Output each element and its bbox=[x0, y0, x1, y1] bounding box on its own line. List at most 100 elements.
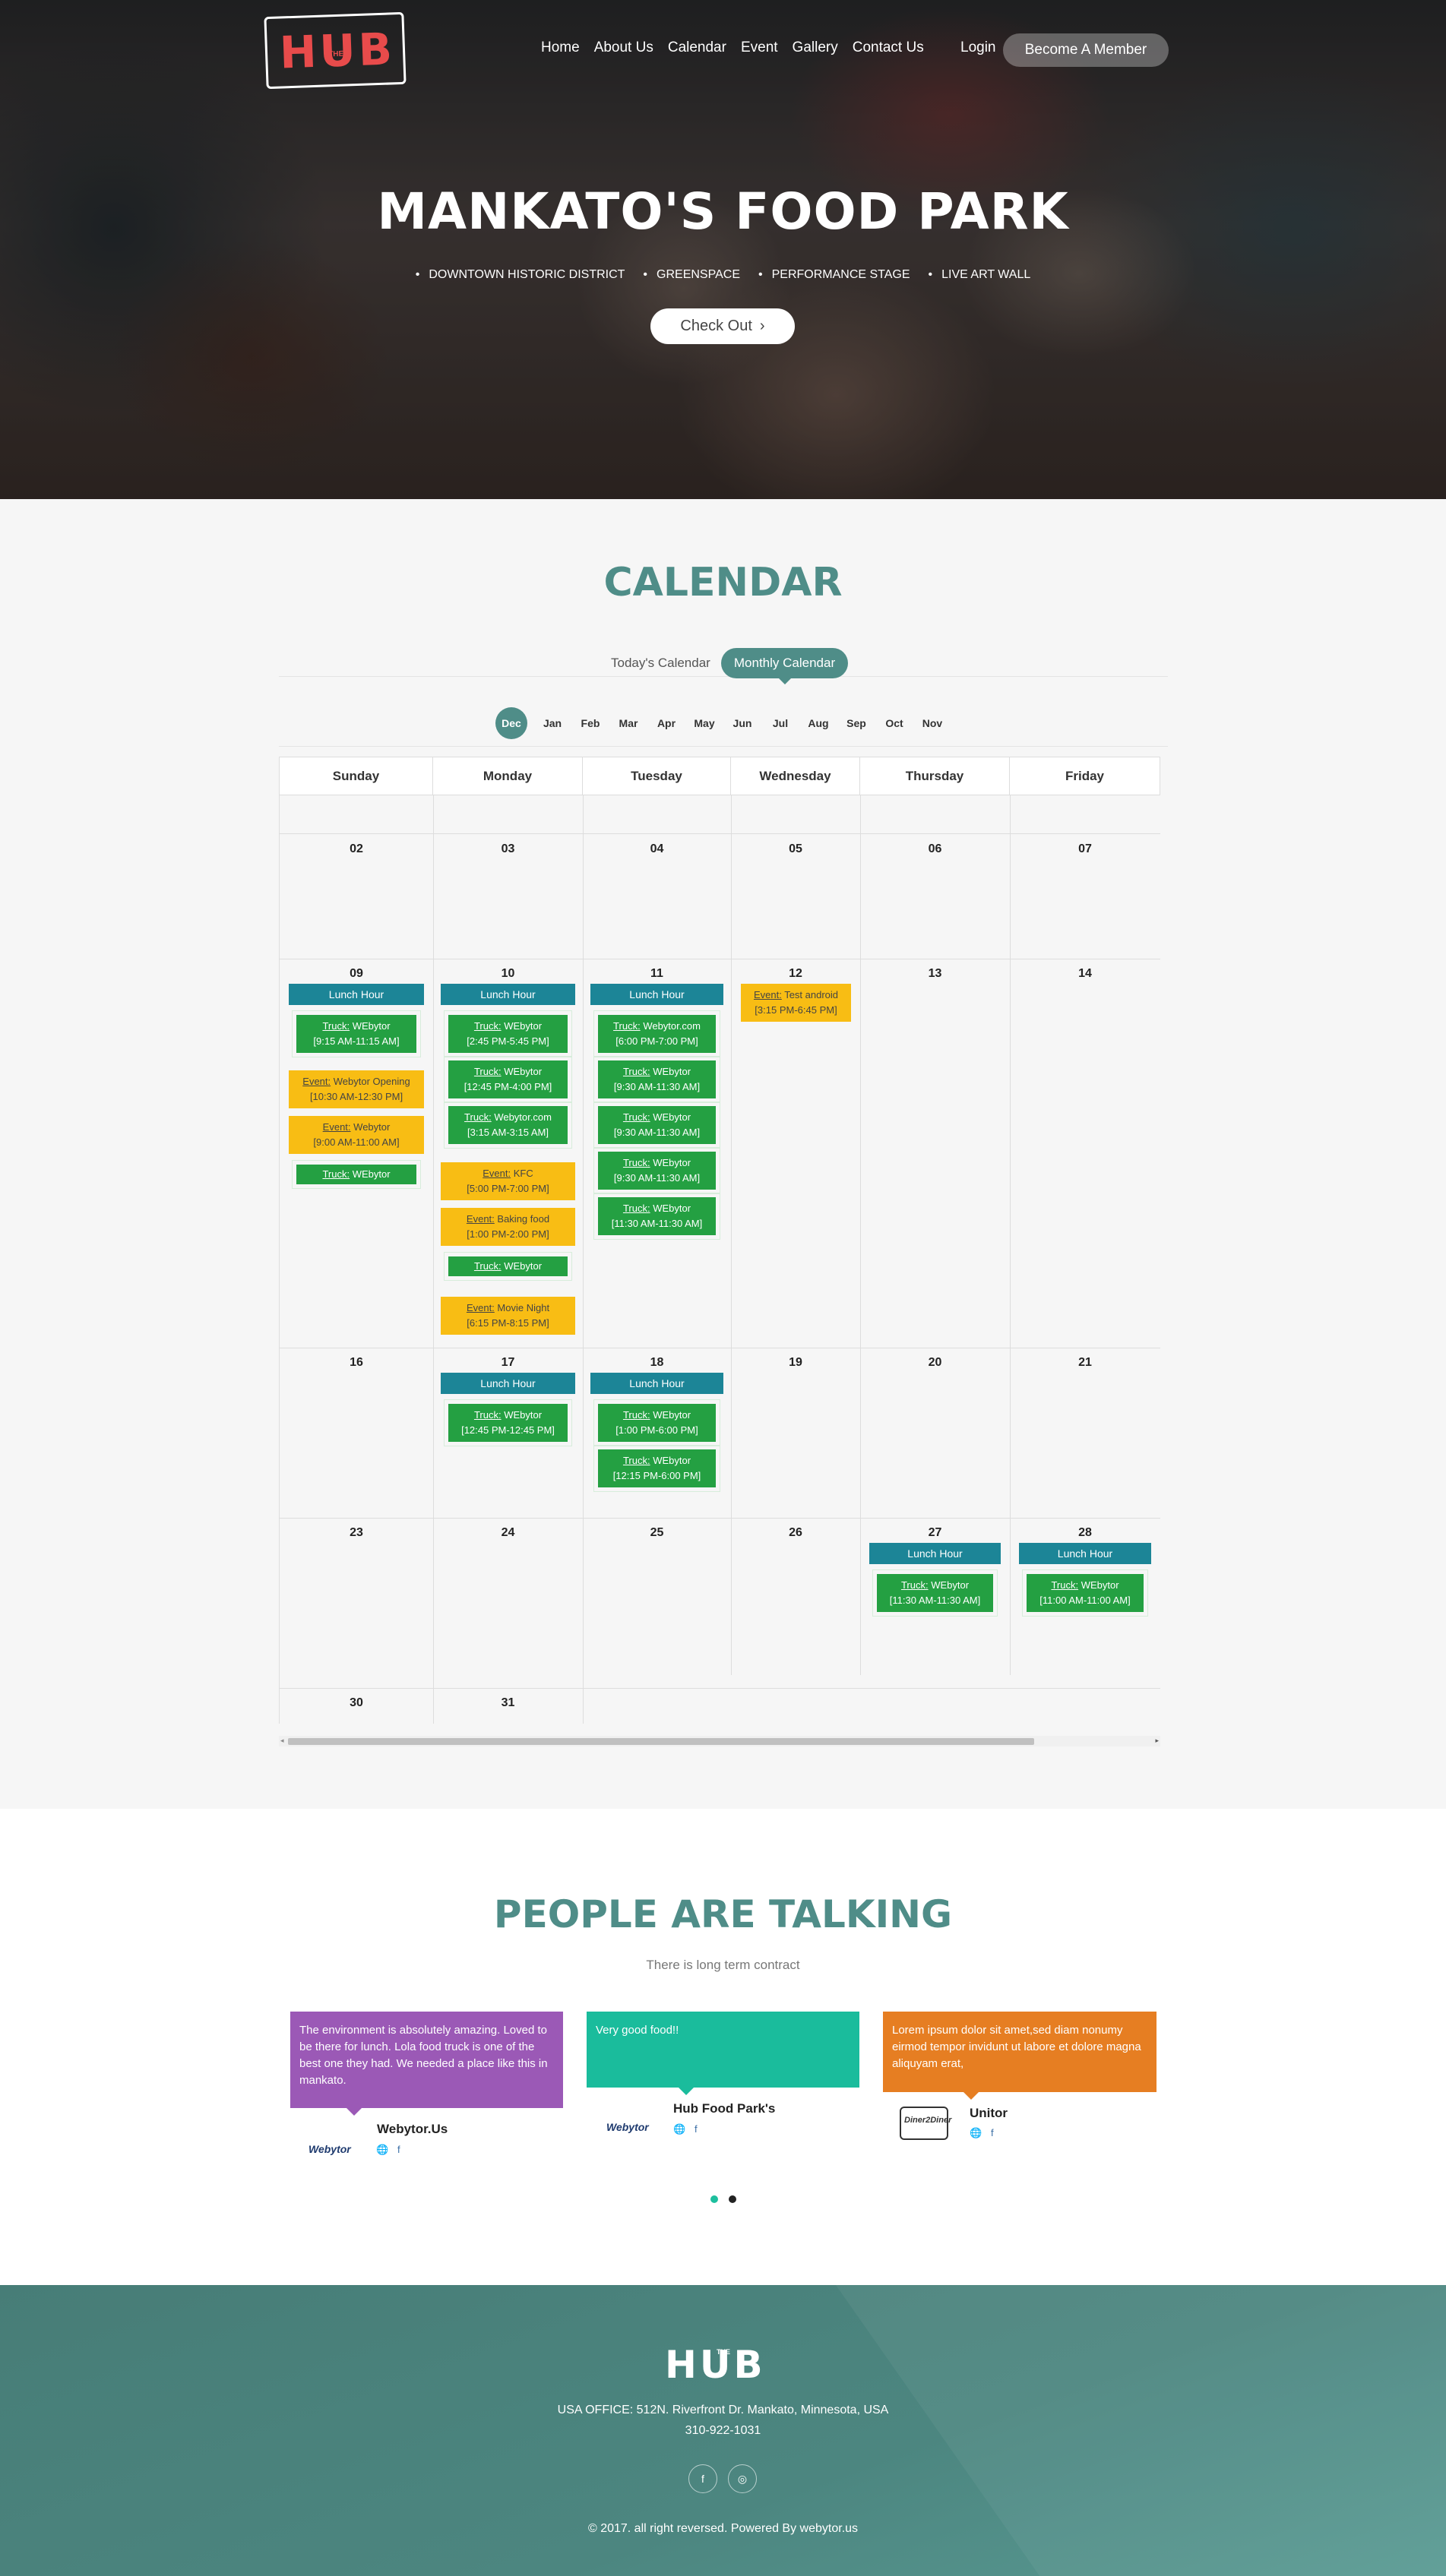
truck-time: [11:00 AM-11:00 AM] bbox=[1039, 1595, 1131, 1606]
day-number: 03 bbox=[501, 842, 515, 855]
footer-logo[interactable]: HUB THE bbox=[665, 2342, 783, 2388]
scrollbar-thumb[interactable] bbox=[288, 1738, 1034, 1745]
event-entry[interactable]: Event: Webytor [9:00 AM-11:00 AM] bbox=[289, 1116, 424, 1154]
facebook-icon[interactable]: f bbox=[397, 2144, 400, 2155]
facebook-icon[interactable]: f bbox=[695, 2123, 698, 2135]
month-mar[interactable]: Mar bbox=[609, 717, 647, 729]
truck-entry[interactable]: Truck: WEbytor [11:00 AM-11:00 AM] bbox=[1022, 1569, 1148, 1617]
month-oct[interactable]: Oct bbox=[875, 717, 913, 729]
truck-time: [3:15 AM-3:15 AM] bbox=[467, 1127, 549, 1138]
day-number: 13 bbox=[928, 967, 942, 980]
month-may[interactable]: May bbox=[685, 717, 723, 729]
testimonial-quote: The environment is absolutely amazing. L… bbox=[290, 2012, 563, 2116]
login-link[interactable]: Login bbox=[960, 40, 996, 56]
globe-icon[interactable]: 🌐 bbox=[970, 2127, 982, 2139]
instagram-icon[interactable]: ◎ bbox=[728, 2464, 757, 2493]
globe-icon[interactable]: 🌐 bbox=[376, 2144, 388, 2156]
day-number: 23 bbox=[350, 1526, 363, 1539]
testimonial-quote: Lorem ipsum dolor sit amet,sed diam nonu… bbox=[883, 2012, 1156, 2100]
facebook-icon[interactable]: f bbox=[688, 2464, 717, 2493]
truck-entry[interactable]: Truck: WEbytor [9:15 AM-11:15 AM] bbox=[292, 1010, 421, 1057]
nav-event[interactable]: Event bbox=[741, 40, 778, 56]
truck-entry[interactable]: Truck: WEbytor [9:30 AM-11:30 AM] bbox=[593, 1147, 720, 1194]
horizontal-scrollbar[interactable]: ◂ ▸ bbox=[279, 1736, 1160, 1746]
truck-entry[interactable]: Truck: WEbytor [2:45 PM-5:45 PM] bbox=[444, 1010, 572, 1057]
event-time: [1:00 PM-2:00 PM] bbox=[467, 1228, 549, 1240]
globe-icon[interactable]: 🌐 bbox=[673, 2123, 685, 2135]
lunch-hour-label: Lunch Hour bbox=[1019, 1543, 1151, 1564]
carousel-dot-1[interactable] bbox=[710, 2195, 718, 2203]
lunch-hour-label: Lunch Hour bbox=[590, 984, 723, 1005]
truck-name: Webytor.com bbox=[494, 1111, 552, 1123]
grid-line bbox=[583, 795, 584, 1724]
truck-entry[interactable]: Truck: Webytor.com [3:15 AM-3:15 AM] bbox=[444, 1102, 572, 1149]
truck-name: WEbytor bbox=[653, 1066, 691, 1077]
carousel-dot-2[interactable] bbox=[729, 2195, 736, 2203]
truck-prefix: Truck: bbox=[464, 1111, 492, 1123]
month-aug[interactable]: Aug bbox=[799, 717, 837, 729]
truck-time: [1:00 PM-6:00 PM] bbox=[615, 1424, 698, 1436]
month-sep[interactable]: Sep bbox=[837, 717, 875, 729]
month-apr[interactable]: Apr bbox=[647, 717, 685, 729]
become-member-button[interactable]: Become A Member bbox=[1003, 33, 1169, 67]
event-entry[interactable]: Event: Baking food [1:00 PM-2:00 PM] bbox=[441, 1208, 575, 1246]
truck-entry[interactable]: Truck: WEbytor [11:30 AM-11:30 AM] bbox=[872, 1569, 998, 1617]
grid-line bbox=[1010, 795, 1011, 1675]
scroll-left-arrow-icon[interactable]: ◂ bbox=[280, 1737, 284, 1745]
truck-entry[interactable]: Truck: WEbytor [11:30 AM-11:30 AM] bbox=[593, 1193, 720, 1240]
truck-entry[interactable]: Truck: WEbytor bbox=[292, 1160, 421, 1189]
nav-gallery[interactable]: Gallery bbox=[793, 40, 838, 56]
month-feb[interactable]: Feb bbox=[571, 717, 609, 729]
nav-calendar[interactable]: Calendar bbox=[668, 40, 726, 56]
truck-entry[interactable]: Truck: WEbytor [12:45 PM-4:00 PM] bbox=[444, 1056, 572, 1103]
event-entry[interactable]: Event: Test android [3:15 PM-6:45 PM] bbox=[741, 984, 851, 1022]
truck-time: [2:45 PM-5:45 PM] bbox=[467, 1035, 549, 1047]
month-jul[interactable]: Jul bbox=[761, 717, 799, 729]
lunch-hour-label: Lunch Hour bbox=[441, 984, 575, 1005]
day-number: 31 bbox=[501, 1696, 515, 1709]
month-nov[interactable]: Nov bbox=[913, 717, 951, 729]
truck-entry[interactable]: Truck: WEbytor [9:30 AM-11:30 AM] bbox=[593, 1056, 720, 1103]
nav-about-us[interactable]: About Us bbox=[594, 40, 653, 56]
truck-entry[interactable]: Truck: WEbytor bbox=[444, 1252, 572, 1281]
tab-todays-calendar[interactable]: Today's Calendar bbox=[611, 656, 710, 671]
check-out-button[interactable]: Check Out › bbox=[650, 308, 795, 344]
truck-entry[interactable]: Truck: WEbytor [12:45 PM-12:45 PM] bbox=[444, 1399, 572, 1446]
tab-monthly-calendar[interactable]: Monthly Calendar bbox=[721, 648, 848, 684]
logo[interactable]: HUB THE bbox=[264, 11, 407, 90]
month-dec[interactable]: Dec bbox=[495, 706, 527, 739]
event-entry[interactable]: Event: KFC [5:00 PM-7:00 PM] bbox=[441, 1162, 575, 1200]
event-entry[interactable]: Event: Movie Night [6:15 PM-8:15 PM] bbox=[441, 1297, 575, 1335]
footer: HUB THE USA OFFICE: 512N. Riverfront Dr.… bbox=[0, 2285, 1446, 2576]
truck-entry[interactable]: Truck: WEbytor [1:00 PM-6:00 PM] bbox=[593, 1399, 720, 1446]
truck-prefix: Truck: bbox=[473, 1260, 502, 1272]
truck-name: WEbytor bbox=[352, 1168, 391, 1180]
nav-contact-us[interactable]: Contact Us bbox=[853, 40, 924, 56]
day-number: 02 bbox=[350, 842, 363, 855]
grid-line bbox=[280, 1518, 1160, 1519]
truck-entry[interactable]: Truck: Webytor.com [6:00 PM-7:00 PM] bbox=[593, 1010, 720, 1057]
day-number: 24 bbox=[501, 1526, 515, 1539]
truck-entry[interactable]: Truck: WEbytor [12:15 PM-6:00 PM] bbox=[593, 1445, 720, 1492]
hero-banner: HUB THE Home About Us Calendar Event Gal… bbox=[0, 0, 1446, 499]
testimonial-quote: Very good food!! bbox=[587, 2012, 859, 2095]
month-jan[interactable]: Jan bbox=[533, 717, 571, 729]
event-entry[interactable]: Event: Webytor Opening [10:30 AM-12:30 PM… bbox=[289, 1070, 424, 1108]
truck-name: WEbytor bbox=[653, 1203, 691, 1214]
truck-entry[interactable]: Truck: WEbytor [9:30 AM-11:30 AM] bbox=[593, 1102, 720, 1149]
truck-name: WEbytor bbox=[504, 1020, 543, 1032]
chevron-right-icon: › bbox=[759, 318, 765, 334]
truck-name: WEbytor bbox=[504, 1409, 543, 1421]
facebook-icon[interactable]: f bbox=[991, 2127, 994, 2138]
truck-time: [9:15 AM-11:15 AM] bbox=[313, 1035, 400, 1047]
nav-home[interactable]: Home bbox=[541, 40, 580, 56]
grid-line bbox=[731, 795, 732, 1675]
month-jun[interactable]: Jun bbox=[723, 717, 761, 729]
lunch-hour-label: Lunch Hour bbox=[869, 1543, 1001, 1564]
scroll-right-arrow-icon[interactable]: ▸ bbox=[1155, 1737, 1159, 1745]
truck-time: [12:15 PM-6:00 PM] bbox=[612, 1470, 701, 1481]
day-number: 16 bbox=[350, 1356, 363, 1369]
day-number: 07 bbox=[1078, 842, 1092, 855]
truck-prefix: Truck: bbox=[1051, 1579, 1079, 1591]
testimonials-title: PEOPLE ARE TALKING bbox=[493, 1892, 953, 1936]
